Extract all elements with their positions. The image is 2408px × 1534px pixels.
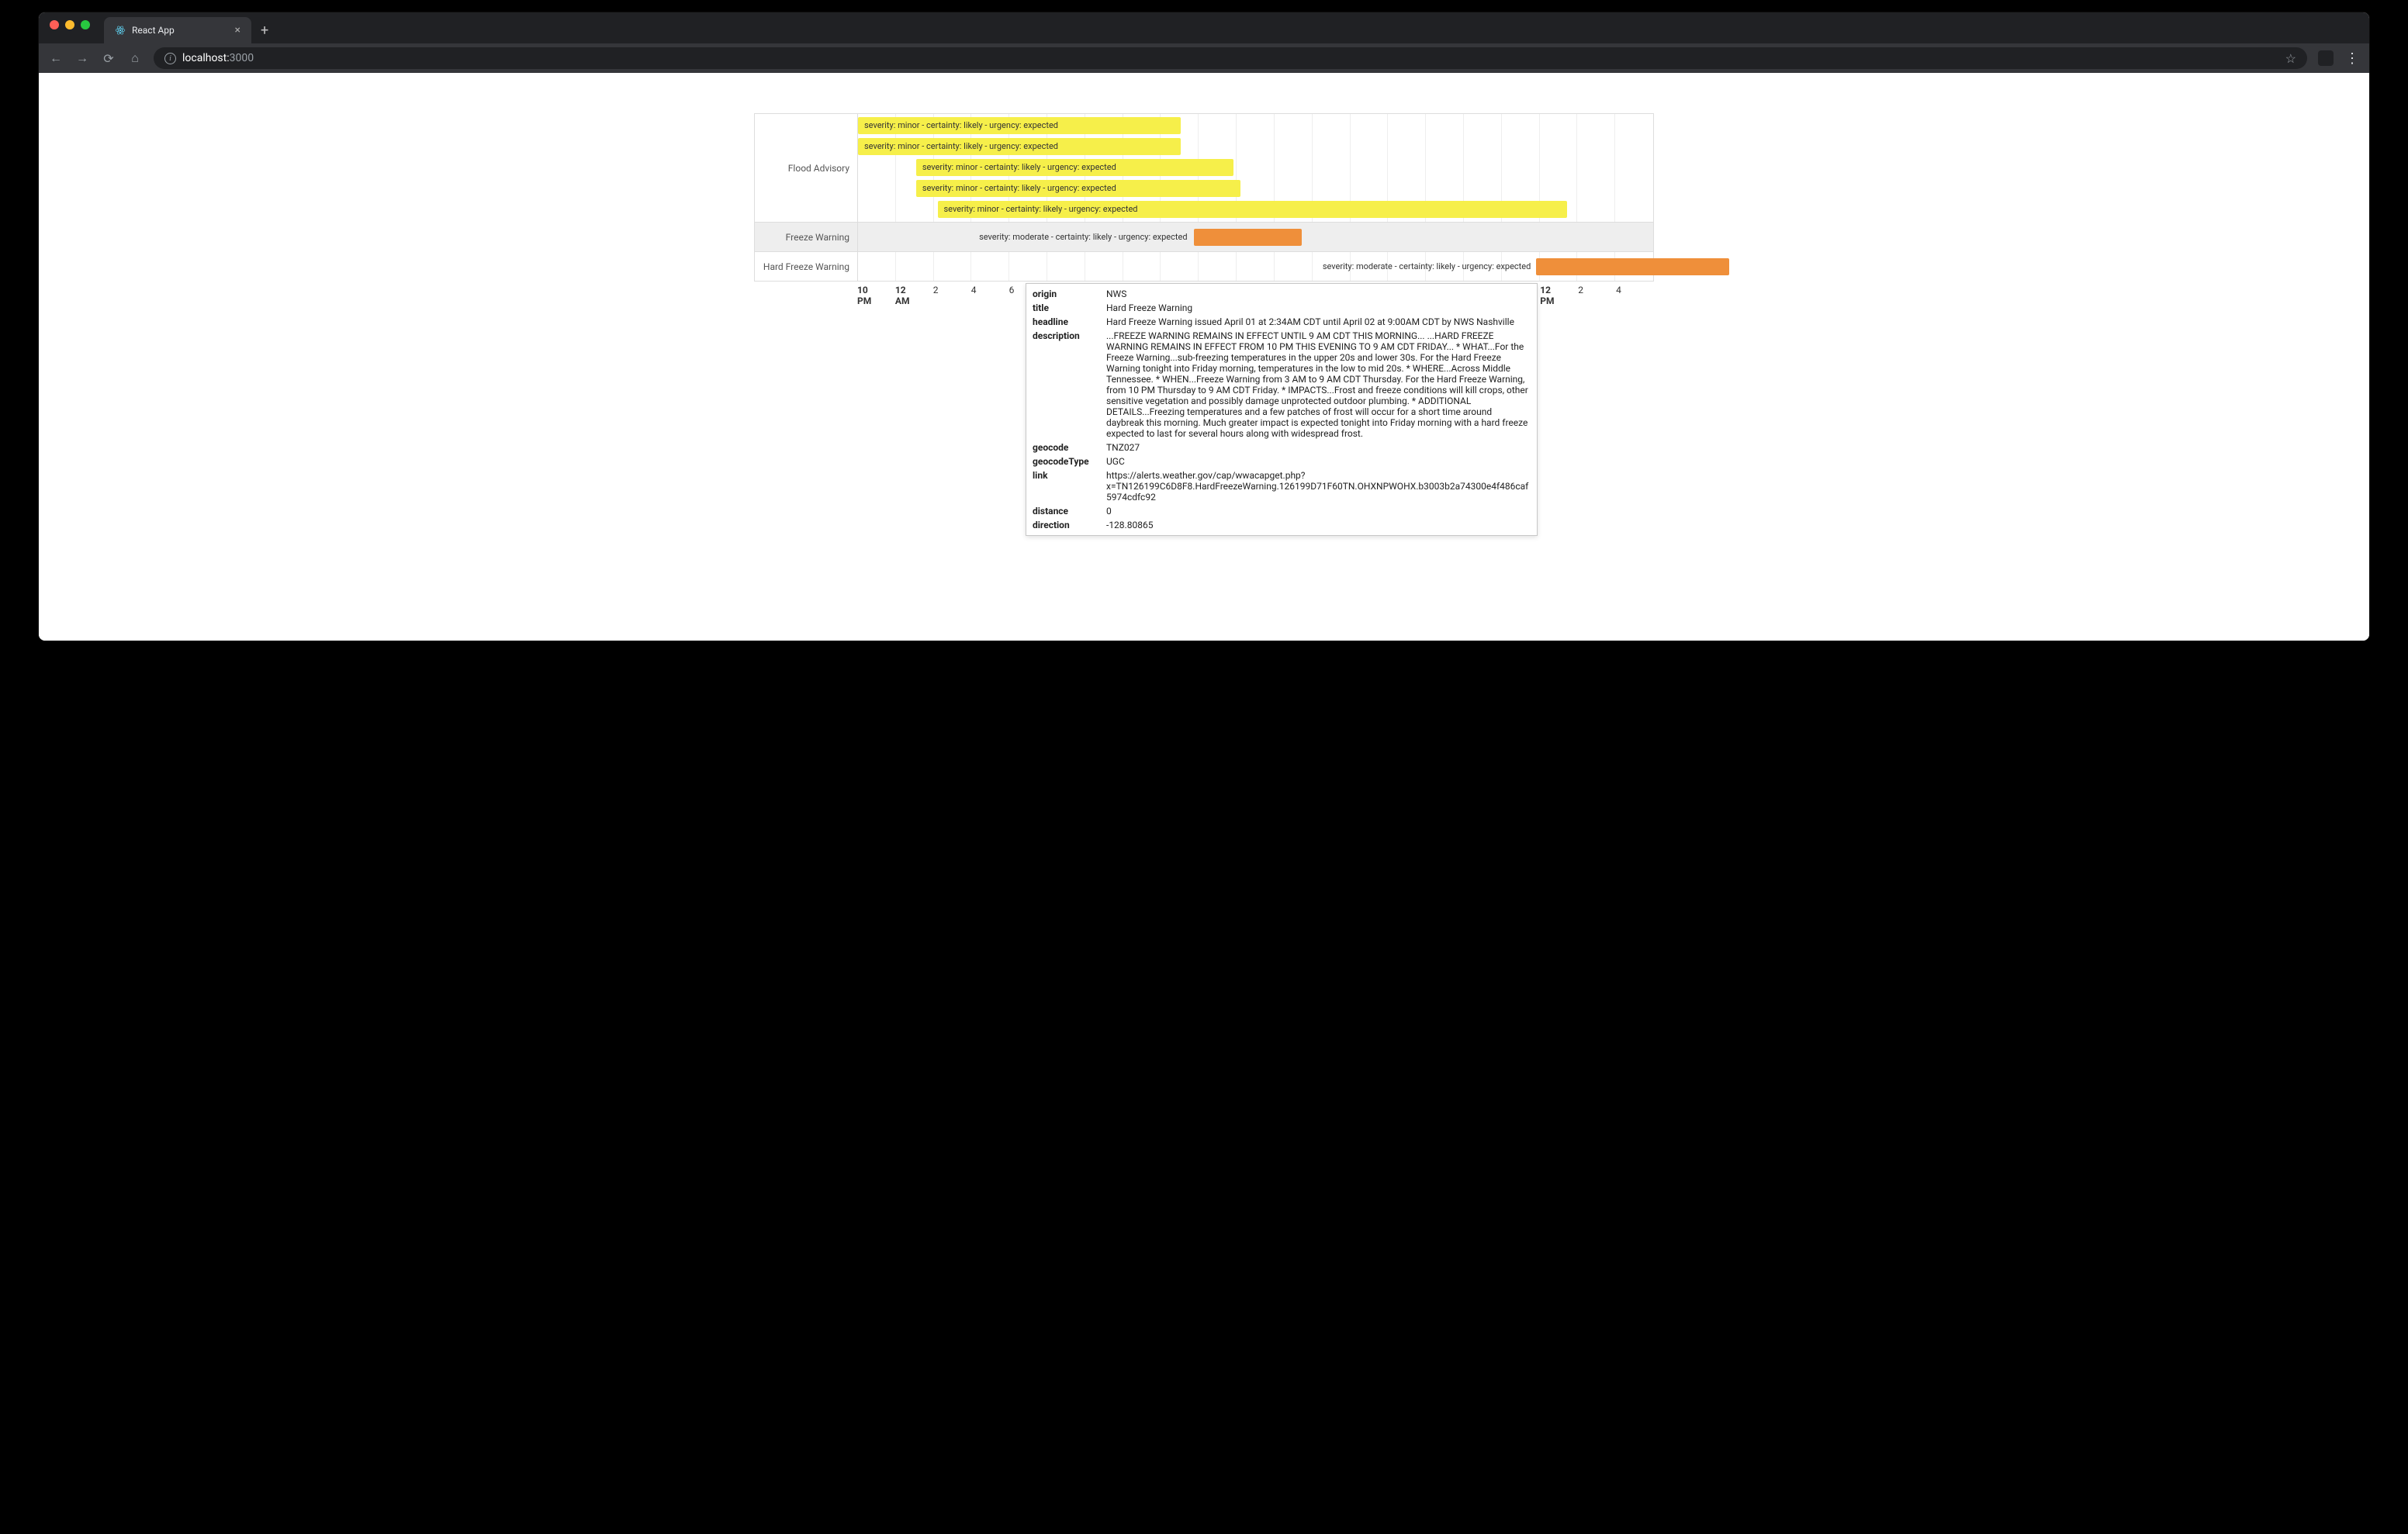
tooltip-row: linkhttps://alerts.weather.gov/cap/wwaca… bbox=[1026, 468, 1537, 504]
tooltip-value: -128.80865 bbox=[1100, 518, 1537, 532]
close-window-button[interactable] bbox=[50, 20, 59, 29]
tooltip-key: distance bbox=[1026, 504, 1100, 518]
tooltip-value: NWS bbox=[1100, 287, 1537, 301]
tooltip-row: description...FREEZE WARNING REMAINS IN … bbox=[1026, 329, 1537, 441]
tick-label: 4 bbox=[971, 282, 1009, 306]
row-label: Hard Freeze Warning bbox=[755, 252, 858, 281]
tooltip-value: Hard Freeze Warning issued April 01 at 2… bbox=[1100, 315, 1537, 329]
react-favicon-icon bbox=[115, 25, 126, 36]
alert-bar[interactable] bbox=[1194, 229, 1302, 246]
tab-close-button[interactable]: × bbox=[235, 24, 240, 36]
tooltip-row: direction-128.80865 bbox=[1026, 518, 1537, 532]
tooltip-value: UGC bbox=[1100, 454, 1537, 468]
tooltip-key: link bbox=[1026, 468, 1100, 504]
row-label: Freeze Warning bbox=[755, 223, 858, 251]
tooltip-key: geocode bbox=[1026, 441, 1100, 454]
tooltip-key: origin bbox=[1026, 287, 1100, 301]
maximize-window-button[interactable] bbox=[81, 20, 90, 29]
window-controls bbox=[45, 12, 95, 43]
row-lane: severity: minor - certainty: likely - ur… bbox=[858, 114, 1653, 222]
home-button[interactable]: ⌂ bbox=[127, 50, 143, 66]
alert-bar[interactable]: severity: minor - certainty: likely - ur… bbox=[858, 138, 1181, 155]
tooltip-value: Hard Freeze Warning bbox=[1100, 301, 1537, 315]
tick-label: 12AM bbox=[895, 282, 933, 306]
tooltip-value: 0 bbox=[1100, 504, 1537, 518]
reload-button[interactable]: ⟳ bbox=[101, 51, 116, 66]
alert-bar[interactable]: severity: minor - certainty: likely - ur… bbox=[858, 117, 1181, 134]
tab-title: React App bbox=[132, 25, 175, 36]
tooltip-row: titleHard Freeze Warning bbox=[1026, 301, 1537, 315]
extension-chip[interactable] bbox=[2318, 50, 2334, 66]
alert-detail-tooltip: originNWStitleHard Freeze Warningheadlin… bbox=[1026, 283, 1538, 536]
browser-window: React App × + ← → ⟳ ⌂ i localhost:3000 ☆… bbox=[39, 12, 2369, 641]
tooltip-row: originNWS bbox=[1026, 287, 1537, 301]
minimize-window-button[interactable] bbox=[65, 20, 74, 29]
browser-menu-button[interactable]: ⋮ bbox=[2344, 50, 2360, 67]
tick-label: 10PM bbox=[857, 282, 895, 306]
tooltip-row: geocodeTypeUGC bbox=[1026, 454, 1537, 468]
forward-button[interactable]: → bbox=[74, 50, 90, 66]
tick-label: 4 bbox=[1616, 282, 1654, 306]
row-lane: severity: moderate - certainty: likely -… bbox=[858, 252, 1653, 281]
tooltip-value: ...FREEZE WARNING REMAINS IN EFFECT UNTI… bbox=[1100, 329, 1537, 441]
tick-label: 2 bbox=[933, 282, 971, 306]
tooltip-row: distance0 bbox=[1026, 504, 1537, 518]
tooltip-value: https://alerts.weather.gov/cap/wwacapget… bbox=[1100, 468, 1537, 504]
titlebar: React App × + bbox=[39, 12, 2369, 43]
url-port: 3000 bbox=[230, 52, 254, 64]
row-lane: severity: moderate - certainty: likely -… bbox=[858, 223, 1653, 251]
timeline-chart: Flood Advisory severity: minor - certain… bbox=[754, 113, 1654, 282]
tooltip-key: geocodeType bbox=[1026, 454, 1100, 468]
tooltip-row: headlineHard Freeze Warning issued April… bbox=[1026, 315, 1537, 329]
tooltip-value: TNZ027 bbox=[1100, 441, 1537, 454]
tooltip-key: description bbox=[1026, 329, 1100, 441]
bookmark-star-icon[interactable]: ☆ bbox=[2285, 51, 2296, 66]
back-button[interactable]: ← bbox=[48, 50, 64, 66]
timeline-row-freeze-warning: Freeze Warning severity: moderate - cert… bbox=[755, 223, 1653, 252]
tick-label: 2 bbox=[1578, 282, 1616, 306]
tick-label: 12PM bbox=[1540, 282, 1578, 306]
site-info-icon[interactable]: i bbox=[164, 53, 176, 64]
alert-bar[interactable]: severity: minor - certainty: likely - ur… bbox=[916, 159, 1233, 176]
alert-bar-label: severity: moderate - certainty: likely -… bbox=[1237, 258, 1537, 275]
alert-bar[interactable]: severity: minor - certainty: likely - ur… bbox=[916, 180, 1240, 197]
tooltip-row: geocodeTNZ027 bbox=[1026, 441, 1537, 454]
tooltip-key: direction bbox=[1026, 518, 1100, 532]
url-host: localhost: bbox=[182, 52, 230, 64]
timeline-row-hard-freeze-warning: Hard Freeze Warning severity: moderate -… bbox=[755, 252, 1653, 282]
row-label: Flood Advisory bbox=[755, 114, 858, 222]
tooltip-key: headline bbox=[1026, 315, 1100, 329]
timeline-row-flood-advisory: Flood Advisory severity: minor - certain… bbox=[755, 114, 1653, 223]
alert-bar-label: severity: moderate - certainty: likely -… bbox=[899, 229, 1193, 246]
page-viewport: Flood Advisory severity: minor - certain… bbox=[39, 73, 2369, 641]
browser-tab[interactable]: React App × bbox=[104, 17, 251, 43]
new-tab-button[interactable]: + bbox=[251, 12, 276, 43]
addressbar: ← → ⟳ ⌂ i localhost:3000 ☆ ⋮ bbox=[39, 43, 2369, 73]
alert-bar[interactable]: severity: minor - certainty: likely - ur… bbox=[938, 201, 1568, 218]
omnibox[interactable]: i localhost:3000 ☆ bbox=[154, 47, 2307, 69]
tooltip-key: title bbox=[1026, 301, 1100, 315]
alert-bar[interactable] bbox=[1536, 258, 1729, 275]
